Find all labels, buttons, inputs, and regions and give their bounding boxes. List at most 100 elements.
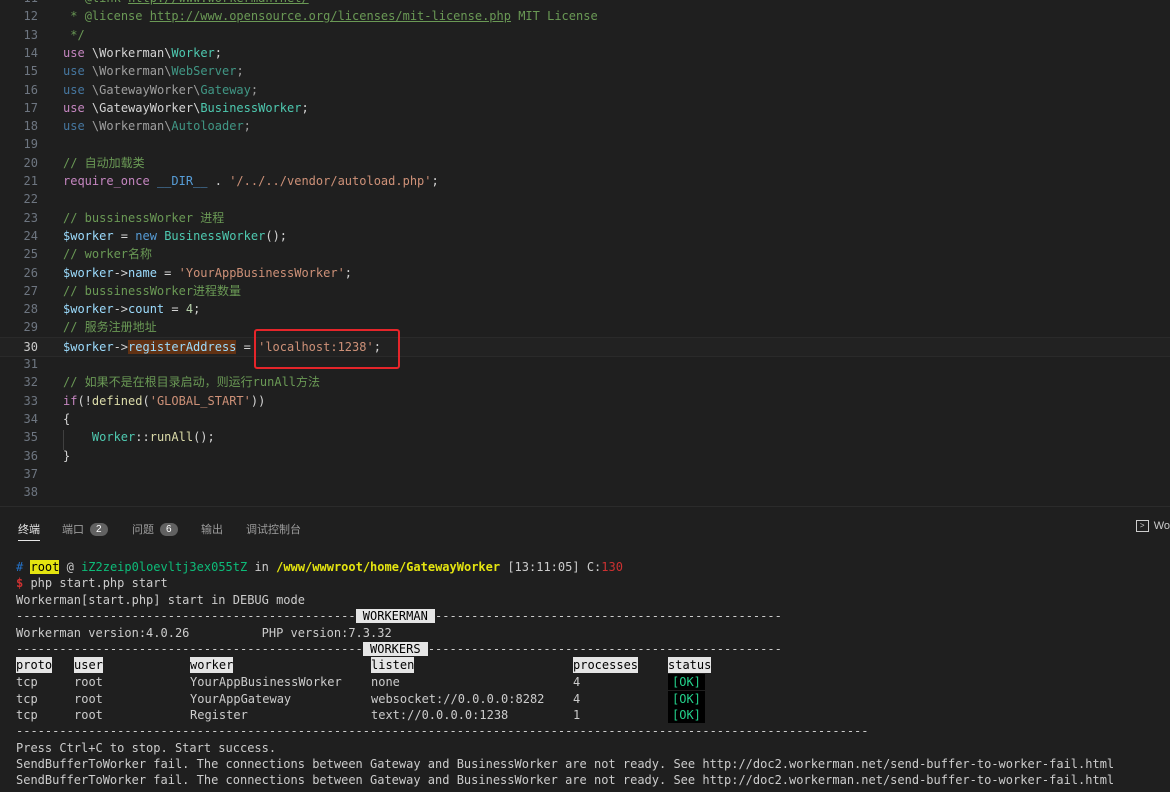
semicolon: ; xyxy=(344,265,353,280)
cell-user: root xyxy=(74,691,103,706)
panel-tab-label: 问题 xyxy=(132,524,154,536)
code-line: 28 $worker->count = 4; xyxy=(0,300,1170,318)
code-text: use \GatewayWorker\BusinessWorker; xyxy=(63,99,309,117)
fail-line: SendBufferToWorker fail. The connections… xyxy=(16,773,1115,787)
workers-header-row: proto user worker listen processes status xyxy=(16,657,1156,673)
line-number: 29 xyxy=(23,320,38,335)
debug-line: Workerman[start.php] start in DEBUG mode xyxy=(16,593,305,607)
panel-tab[interactable]: 终端 xyxy=(18,521,40,541)
class-name: BusinessWorker xyxy=(164,228,266,243)
keyword-use: use xyxy=(63,64,85,79)
panel-tab[interactable]: 调试控制台 xyxy=(246,521,301,537)
keyword-new: new xyxy=(135,228,157,243)
parens: (); xyxy=(265,228,288,243)
code-text: $worker->count = 4; xyxy=(63,300,200,318)
line-number: 12 xyxy=(23,9,38,24)
comment-end: */ xyxy=(70,27,85,42)
terminal-launcher-label: Wo xyxy=(1153,520,1170,532)
line-number: 13 xyxy=(23,27,38,42)
line-number: 26 xyxy=(23,265,38,280)
code-text: use \Workerman\Worker; xyxy=(63,44,222,62)
code-line: 34 { xyxy=(0,410,1170,428)
code-text: // 自动加载类 xyxy=(63,154,145,172)
indent-guide xyxy=(63,430,64,450)
cell-status: [OK] xyxy=(668,707,705,723)
keyword-use: use xyxy=(63,45,85,60)
version-line: Workerman version:4.0.26 PHP version:7.3… xyxy=(16,626,392,640)
code-line: 33 if(!defined('GLOBAL_START')) xyxy=(0,392,1170,410)
keyword-use: use xyxy=(63,100,85,115)
table-row: tcp root YourAppBusinessWorker none 4 [OK] xyxy=(16,674,1156,690)
semicolon: ; xyxy=(301,100,309,115)
line-number: 15 xyxy=(23,64,38,79)
code-text: * @link http://www.workerman.net/ xyxy=(63,0,309,7)
line-number: 27 xyxy=(23,283,38,298)
class-name: WebServer xyxy=(171,64,237,79)
line-number: 22 xyxy=(23,192,38,207)
code-text: require_once __DIR__ . '/../../vendor/au… xyxy=(63,172,439,190)
divider-right: ----------------------------------------… xyxy=(435,609,782,623)
code-editor[interactable]: 11 * @link http://www.workerman.net/12 *… xyxy=(0,0,1170,506)
semicolon: ; xyxy=(214,45,223,60)
workers-label: WORKERS xyxy=(362,642,428,656)
terminal-launcher[interactable]: > Wo xyxy=(1135,520,1170,532)
code-line: 11 * @link http://www.workerman.net/ xyxy=(0,0,1170,7)
column-header: user xyxy=(74,657,103,673)
cell-processes: 1 xyxy=(573,708,581,722)
terminal-output[interactable]: # root @ iZ2zeip0loevltj3ex055tZ in /www… xyxy=(0,546,1170,792)
operator: = xyxy=(164,302,186,317)
line-number: 34 xyxy=(23,411,38,426)
fail-line: SendBufferToWorker fail. The connections… xyxy=(16,757,1115,771)
line-number: 24 xyxy=(23,228,38,243)
license-text: MIT License xyxy=(510,9,598,24)
code-line: 18 use \Workerman\Autoloader; xyxy=(0,117,1170,135)
code-text: { xyxy=(63,410,70,428)
class-name: Worker xyxy=(171,45,215,60)
code-line: 35 Worker::runAll(); xyxy=(0,428,1170,446)
highlight-box xyxy=(254,329,400,369)
code-line: 20 // 自动加载类 xyxy=(0,154,1170,172)
brace: } xyxy=(63,448,71,463)
start-success-line: Press Ctrl+C to stop. Start success. xyxy=(16,741,277,755)
variable: $worker xyxy=(63,302,114,317)
code-line: 32 // 如果不是在根目录启动，则运行runAll方法 xyxy=(0,373,1170,391)
panel-tab[interactable]: 输出 xyxy=(201,521,223,537)
divider-left: ----------------------------------------… xyxy=(16,642,363,656)
code-line: 29 // 服务注册地址 xyxy=(0,318,1170,336)
cell-proto: tcp xyxy=(16,675,38,689)
property: name xyxy=(128,265,157,280)
line-number: 38 xyxy=(23,485,38,500)
doc-link: http://www.workerman.net/ xyxy=(128,0,309,5)
value: 4 xyxy=(185,302,194,317)
command-line: $ php start.php start xyxy=(16,575,168,591)
namespace: GatewayWorker xyxy=(99,100,194,115)
cell-listen: text://0.0.0.0:1238 xyxy=(371,708,509,722)
paren: ( xyxy=(142,393,150,408)
code-line: 23 // bussinessWorker 进程 xyxy=(0,209,1170,227)
property: registerAddress xyxy=(128,339,237,354)
code-line: 25 // worker名称 xyxy=(0,245,1170,263)
prompt-user: root xyxy=(30,560,60,574)
panel-tab-bar: 终端 端口 2 问题 6 输出 调试控制台 > Wo xyxy=(0,506,1170,547)
string: 'GLOBAL_START' xyxy=(149,393,251,408)
class-name: Worker xyxy=(91,430,136,445)
brace: { xyxy=(63,411,71,426)
line-number: 30 xyxy=(23,339,38,354)
code-line: 31 xyxy=(0,355,1170,373)
panel-tab[interactable]: 问题 6 xyxy=(132,521,178,537)
cell-user: root xyxy=(74,675,103,689)
line-number: 19 xyxy=(23,137,38,152)
function: runAll xyxy=(149,430,194,445)
terminal-icon: > xyxy=(1135,520,1149,532)
cell-worker: Register xyxy=(190,708,248,722)
line-number: 17 xyxy=(23,100,38,115)
string: '/../../vendor/autoload.php' xyxy=(229,174,432,188)
cell-proto: tcp xyxy=(16,691,38,706)
panel-tab[interactable]: 端口 2 xyxy=(62,521,108,537)
command-text: php start.php start xyxy=(23,576,168,590)
namespace: Workerman xyxy=(99,64,165,79)
function: defined xyxy=(91,393,143,408)
line-number: 31 xyxy=(23,357,38,371)
doc-tag: @link xyxy=(85,0,121,5)
cell-processes: 4 xyxy=(573,675,581,689)
